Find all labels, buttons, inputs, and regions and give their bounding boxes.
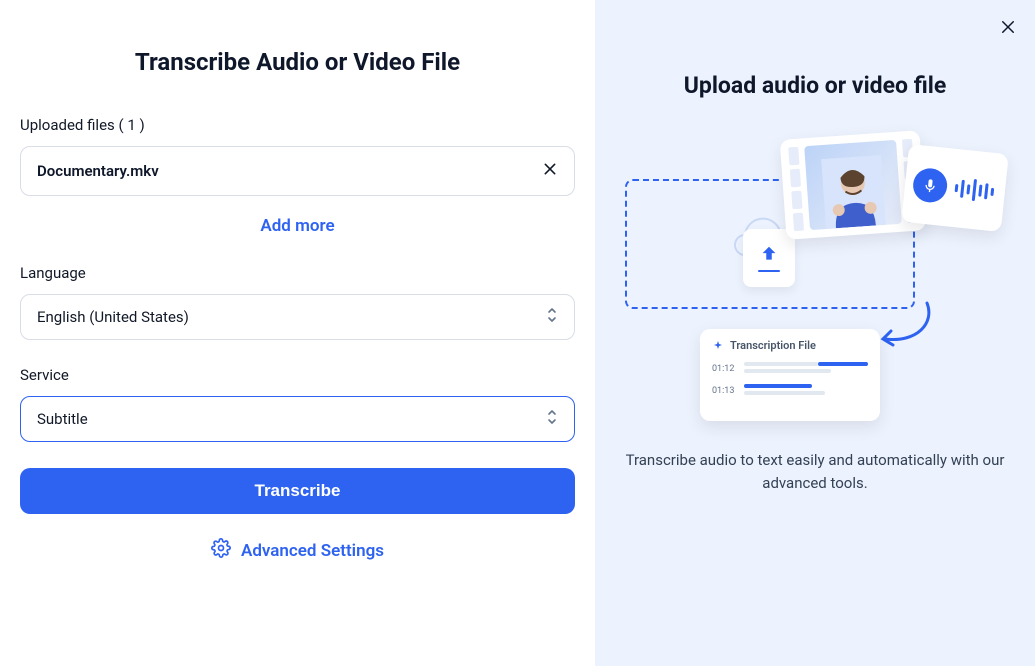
- service-select[interactable]: Subtitle: [20, 396, 575, 442]
- file-name: Documentary.mkv: [37, 162, 159, 180]
- service-label: Service: [20, 366, 575, 384]
- modal-root: Transcribe Audio or Video File Uploaded …: [0, 0, 1035, 666]
- close-icon: [999, 18, 1017, 36]
- upload-arrow-icon: [758, 244, 780, 266]
- select-arrows-icon: [546, 408, 558, 430]
- video-frame: [804, 140, 902, 230]
- language-select[interactable]: English (United States): [20, 294, 575, 340]
- select-arrows-icon: [546, 306, 558, 328]
- transcript-card-illustration: Transcription File 01:12 01:13: [700, 329, 880, 421]
- close-icon: [542, 161, 558, 177]
- info-description: Transcribe audio to text easily and auto…: [625, 449, 1005, 494]
- illustration: Transcription File 01:12 01:13: [625, 129, 1005, 429]
- close-modal-button[interactable]: [999, 18, 1017, 40]
- advanced-settings-label: Advanced Settings: [241, 541, 384, 561]
- language-label: Language: [20, 264, 575, 282]
- form-panel: Transcribe Audio or Video File Uploaded …: [0, 0, 595, 666]
- waveform-icon: [954, 177, 998, 203]
- transcribe-button[interactable]: Transcribe: [20, 468, 575, 514]
- info-title: Upload audio or video file: [684, 72, 947, 99]
- person-icon: [821, 155, 886, 229]
- sparkle-icon: [712, 340, 724, 352]
- arrow-curve-icon: [877, 299, 937, 359]
- upload-underline: [758, 270, 780, 272]
- language-value: English (United States): [37, 308, 189, 326]
- advanced-settings-button[interactable]: Advanced Settings: [20, 538, 575, 563]
- audio-card-illustration: [901, 144, 1009, 232]
- page-title: Transcribe Audio or Video File: [20, 48, 575, 76]
- add-more-button[interactable]: Add more: [20, 216, 575, 236]
- timestamp-1: 01:12: [712, 364, 736, 374]
- uploaded-files-label: Uploaded files ( 1 ): [20, 116, 575, 134]
- remove-file-button[interactable]: [542, 161, 558, 181]
- filmstrip-left: [788, 147, 804, 231]
- transcript-card-title: Transcription File: [730, 339, 816, 352]
- mic-icon: [911, 167, 948, 204]
- uploaded-file-row: Documentary.mkv: [20, 146, 575, 196]
- service-value: Subtitle: [37, 410, 88, 428]
- timestamp-2: 01:13: [712, 386, 736, 396]
- info-panel: Upload audio or video file: [595, 0, 1035, 666]
- upload-card-illustration: [743, 229, 795, 287]
- gear-icon: [211, 538, 231, 563]
